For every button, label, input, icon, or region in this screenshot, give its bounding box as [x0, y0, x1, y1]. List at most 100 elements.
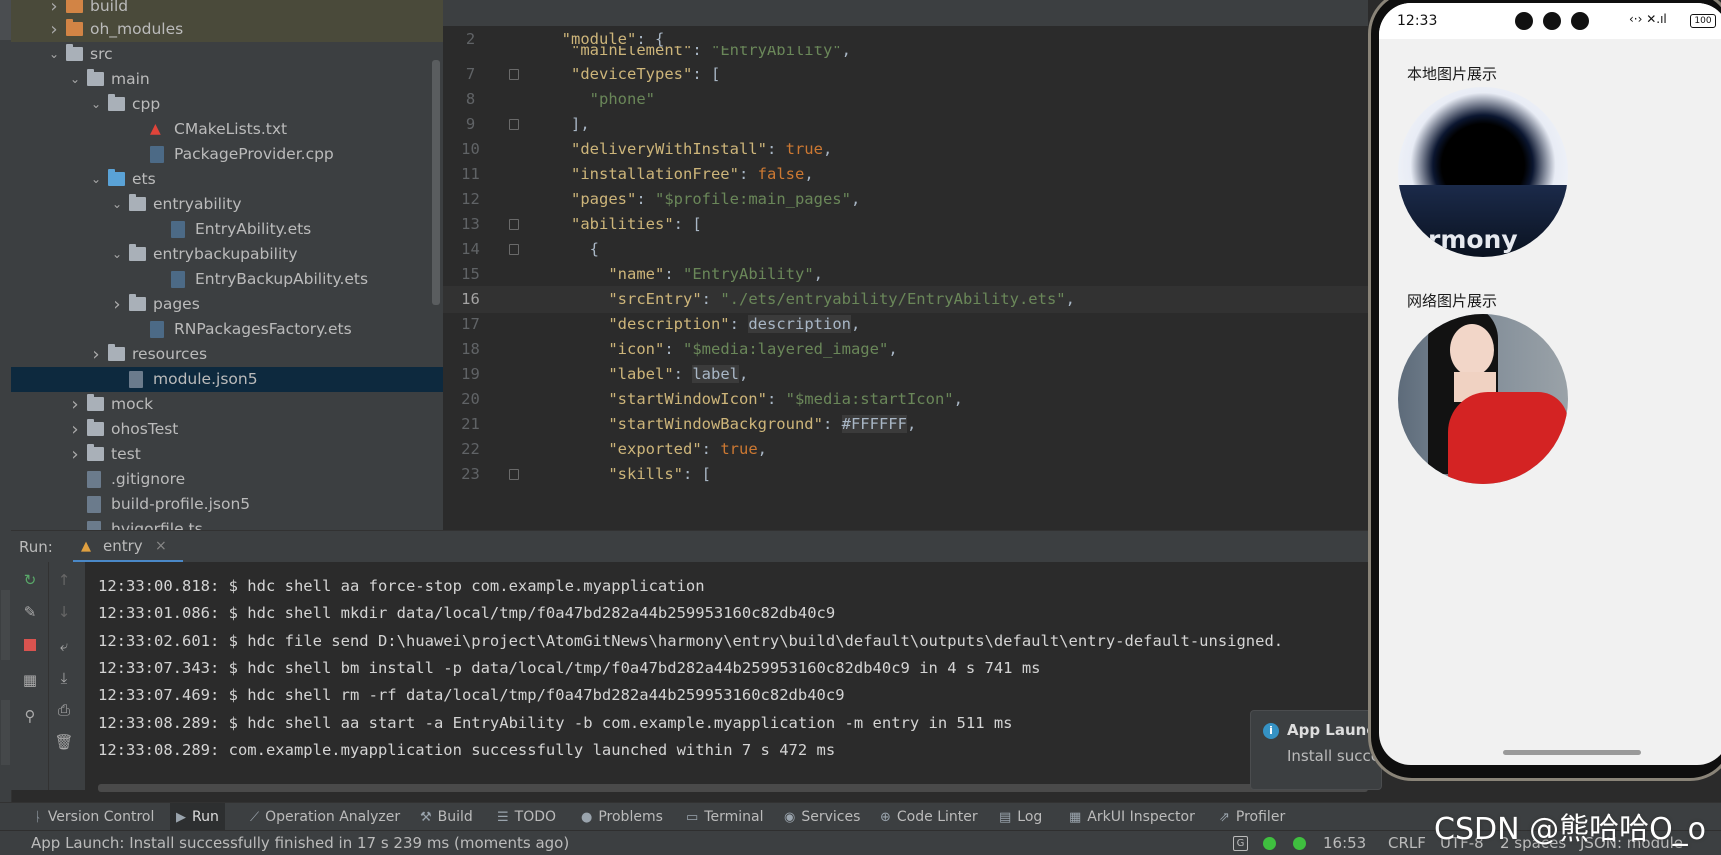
chevron-down-icon[interactable]: ⌄: [90, 167, 102, 192]
tree-item[interactable]: › resources: [11, 342, 443, 367]
tool-window-log[interactable]: ▤ Log: [993, 803, 1048, 831]
code-editor[interactable]: 2 "module": { "mainElement": "EntryAbili…: [443, 0, 1368, 530]
tree-item[interactable]: ⌄ entryability: [11, 192, 443, 217]
stop-icon[interactable]: [20, 636, 40, 656]
code-line[interactable]: 14 {: [443, 236, 1368, 263]
code-line[interactable]: 17 "description": description,: [443, 311, 1368, 338]
chevron-right-icon[interactable]: ›: [48, 17, 60, 42]
project-tree-scrollbar[interactable]: [432, 60, 440, 305]
console-horizontal-scrollbar[interactable]: [98, 784, 1368, 792]
tool-window-terminal[interactable]: ▭ Terminal: [680, 803, 769, 831]
trash-icon[interactable]: 🗑: [54, 732, 74, 752]
run-console[interactable]: 12:33:00.818: $ hdc shell aa force-stop …: [85, 562, 1368, 790]
tool-window-profiler[interactable]: ⇗ Profiler: [1213, 803, 1291, 831]
code-line[interactable]: 23 "skills": [: [443, 461, 1368, 488]
status-ok-icon[interactable]: [1293, 837, 1306, 850]
fold-marker-icon[interactable]: [509, 119, 519, 130]
tool-window-arkui-inspector[interactable]: ▦ ArkUI Inspector: [1063, 803, 1201, 831]
scroll-down-icon[interactable]: ↓: [54, 602, 74, 622]
chevron-right-icon[interactable]: ›: [69, 392, 81, 417]
tree-item[interactable]: RNPackagesFactory.ets: [11, 317, 443, 342]
tree-item[interactable]: hvigorfile.ts: [11, 517, 443, 530]
tree-item[interactable]: PackageProvider.cpp: [11, 142, 443, 167]
tool-window-code-linter[interactable]: ⊕ Code Linter: [874, 803, 984, 831]
fold-marker-icon[interactable]: [509, 469, 519, 480]
print-icon[interactable]: ⎙: [54, 700, 74, 720]
bookmarks-tool-button[interactable]: [1, 590, 10, 660]
app-launch-notification[interactable]: i App Launch Install succe: [1250, 710, 1382, 790]
tree-item[interactable]: ⌄ ets: [11, 167, 443, 192]
tool-window-operation-analyzer[interactable]: ⟋ Operation Analyzer: [244, 803, 406, 831]
fold-marker-icon[interactable]: [509, 69, 519, 80]
tree-item[interactable]: ⌄ entrybackupability: [11, 242, 443, 267]
line-separator[interactable]: CRLF: [1388, 831, 1426, 855]
cursor-position[interactable]: 16:53: [1323, 831, 1366, 855]
tree-item[interactable]: ⌄ main: [11, 67, 443, 92]
terminal-icon: ▭: [686, 810, 699, 825]
chevron-right-icon[interactable]: ›: [69, 442, 81, 467]
tree-item[interactable]: › mock: [11, 392, 443, 417]
tree-item[interactable]: ⌄ cpp: [11, 92, 443, 117]
structure-tool-button[interactable]: [1, 700, 10, 765]
tree-item[interactable]: ⌄ src: [11, 42, 443, 67]
tree-item[interactable]: › test: [11, 442, 443, 467]
code-line[interactable]: 8 "phone": [443, 86, 1368, 113]
pin-icon[interactable]: ⚲: [20, 706, 40, 726]
code-line[interactable]: 11 "installationFree": false,: [443, 161, 1368, 188]
code-text: "pages": "$profile:main_pages",: [571, 190, 861, 208]
chevron-right-icon[interactable]: ›: [69, 417, 81, 442]
tool-window-build[interactable]: ⚒ Build: [414, 803, 479, 831]
tree-item[interactable]: EntryAbility.ets: [11, 217, 443, 242]
run-tab-entry[interactable]: ▲ entry ×: [73, 531, 183, 563]
ets-file-icon: [171, 271, 185, 288]
code-line[interactable]: 7 "deviceTypes": [: [443, 61, 1368, 88]
code-line[interactable]: 15 "name": "EntryAbility",: [443, 261, 1368, 288]
chevron-right-icon[interactable]: ›: [90, 342, 102, 367]
tree-item[interactable]: › ohosTest: [11, 417, 443, 442]
code-line[interactable]: 9 ],: [443, 111, 1368, 138]
code-line[interactable]: 19 "label": label,: [443, 361, 1368, 388]
tool-window-run[interactable]: ▶ Run: [170, 803, 225, 831]
tool-window-problems[interactable]: ● Problems: [575, 803, 669, 831]
soft-wrap-icon[interactable]: ⤶: [54, 636, 74, 656]
status-message[interactable]: App Launch: Install successfully finishe…: [31, 831, 569, 855]
tree-item[interactable]: › pages: [11, 292, 443, 317]
rerun-icon[interactable]: ↻: [20, 570, 40, 590]
tree-item[interactable]: build-profile.json5: [11, 492, 443, 517]
tree-item[interactable]: ▲ CMakeLists.txt: [11, 117, 443, 142]
chevron-down-icon[interactable]: ⌄: [90, 92, 102, 117]
code-line[interactable]: 20 "startWindowIcon": "$media:startIcon"…: [443, 386, 1368, 413]
project-tool-button[interactable]: [0, 0, 11, 40]
chart-icon: ⟋: [250, 810, 260, 825]
chevron-down-icon[interactable]: ⌄: [111, 242, 123, 267]
wrench-icon[interactable]: ✎: [20, 602, 40, 622]
layout-icon[interactable]: ▦: [20, 670, 40, 690]
chevron-down-icon[interactable]: ⌄: [69, 67, 81, 92]
tree-item[interactable]: EntryBackupAbility.ets: [11, 267, 443, 292]
fold-marker-icon[interactable]: [509, 219, 519, 230]
chevron-right-icon[interactable]: ›: [111, 292, 123, 317]
fold-marker-icon[interactable]: [509, 244, 519, 255]
code-line[interactable]: 13 "abilities": [: [443, 211, 1368, 238]
scroll-to-end-icon[interactable]: ⤓: [54, 668, 74, 688]
tree-item[interactable]: module.json5: [11, 367, 443, 392]
code-line[interactable]: 10 "deliveryWithInstall": true,: [443, 136, 1368, 163]
chevron-down-icon[interactable]: ⌄: [48, 42, 60, 67]
git-icon[interactable]: G: [1233, 836, 1248, 851]
code-line[interactable]: 18 "icon": "$media:layered_image",: [443, 336, 1368, 363]
code-line[interactable]: 21 "startWindowBackground": #FFFFFF,: [443, 411, 1368, 438]
code-line[interactable]: 22 "exported": true,: [443, 436, 1368, 463]
home-indicator[interactable]: [1503, 750, 1641, 755]
tool-window-version-control[interactable]: ᚿ Version Control: [28, 803, 160, 831]
code-line[interactable]: "mainElement": "EntryAbility",: [443, 46, 1368, 58]
scroll-up-icon[interactable]: ↑: [54, 570, 74, 590]
tree-item[interactable]: › oh_modules: [11, 17, 443, 42]
tool-window-todo[interactable]: ☰ TODO: [491, 803, 562, 831]
close-icon[interactable]: ×: [155, 531, 167, 561]
tool-window-services[interactable]: ◉ Services: [778, 803, 866, 831]
status-ok-icon[interactable]: [1263, 837, 1276, 850]
code-line[interactable]: 16 "srcEntry": "./ets/entryability/Entry…: [443, 286, 1368, 313]
chevron-down-icon[interactable]: ⌄: [111, 192, 123, 217]
code-line[interactable]: 12 "pages": "$profile:main_pages",: [443, 186, 1368, 213]
tree-item[interactable]: .gitignore: [11, 467, 443, 492]
